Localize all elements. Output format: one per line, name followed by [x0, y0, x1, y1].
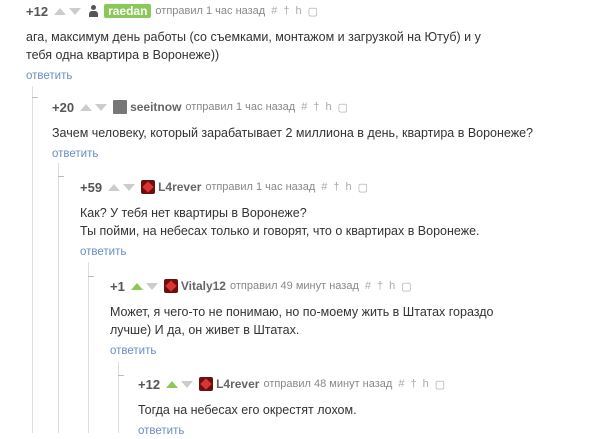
parent-icon[interactable]: h: [325, 101, 331, 113]
comment-time: отправил 48 минут назад: [263, 378, 393, 390]
comment-text: Тогда на небесах его окрестят лохом.: [138, 403, 357, 417]
thread-line[interactable]: [32, 86, 33, 433]
reply-link[interactable]: ответить: [52, 148, 98, 160]
upvote-icon[interactable]: [130, 282, 143, 290]
comment: +12 raedan отправил 1 час назад # † h ▢ …: [26, 2, 600, 84]
thread-branch: [58, 176, 64, 177]
comment-rating: +12: [26, 3, 49, 19]
comment-text: Может, я чего-то не понимаю, но по-моему…: [110, 305, 494, 337]
username[interactable]: Vitaly12: [181, 279, 226, 293]
upvote-icon[interactable]: [54, 7, 67, 15]
username[interactable]: raedan: [104, 4, 152, 18]
upvote-icon[interactable]: [108, 183, 121, 191]
comment-rating: +20: [52, 99, 75, 115]
tree-icon[interactable]: †: [333, 181, 339, 193]
comment: +12 L4rever отправил 48 минут назад # † …: [138, 375, 600, 439]
reply-link[interactable]: ответить: [80, 246, 126, 258]
comment-time: отправил 1 час назад: [205, 181, 316, 193]
upvote-icon[interactable]: [80, 103, 93, 111]
permalink-icon[interactable]: #: [321, 181, 327, 193]
parent-icon[interactable]: h: [389, 280, 395, 292]
permalink-icon[interactable]: #: [365, 280, 371, 292]
downvote-icon[interactable]: [69, 7, 82, 15]
comment-text: Зачем человеку, который зарабатывает 2 м…: [52, 126, 533, 140]
username[interactable]: L4rever: [216, 377, 259, 391]
downvote-icon[interactable]: [123, 183, 136, 191]
tree-icon[interactable]: †: [283, 5, 289, 17]
parent-icon[interactable]: h: [295, 5, 301, 17]
save-icon[interactable]: ▢: [435, 378, 445, 391]
tree-icon[interactable]: †: [313, 101, 319, 113]
comment-time: отправил 49 минут назад: [229, 280, 359, 292]
thread-branch: [118, 375, 124, 376]
comment: +59 L4rever отправил 1 час назад # † h ▢…: [80, 178, 600, 260]
comment: +1 Vitaly12 отправил 49 минут назад # † …: [110, 277, 600, 359]
avatar[interactable]: [141, 180, 156, 194]
save-icon[interactable]: ▢: [308, 5, 318, 18]
tree-icon[interactable]: †: [377, 280, 383, 292]
save-icon[interactable]: ▢: [338, 101, 348, 114]
comment-rating: +12: [138, 376, 161, 392]
reply-link[interactable]: ответить: [26, 70, 72, 82]
downvote-icon[interactable]: [181, 380, 194, 388]
downvote-icon[interactable]: [95, 103, 108, 111]
avatar[interactable]: [113, 100, 128, 114]
thread-branch: [32, 97, 38, 98]
username[interactable]: seeitnow: [130, 100, 181, 114]
comment-text: Как? У тебя нет квартиры в Воронеже? Ты …: [80, 206, 480, 238]
upvote-icon[interactable]: [166, 380, 179, 388]
avatar[interactable]: [199, 377, 214, 391]
save-icon[interactable]: ▢: [401, 280, 411, 293]
tree-icon[interactable]: †: [410, 378, 416, 390]
permalink-icon[interactable]: #: [271, 5, 277, 17]
thread-line[interactable]: [88, 262, 89, 433]
comment-time: отправил 1 час назад: [185, 101, 296, 113]
thread-line[interactable]: [118, 362, 119, 433]
comment: +20 seeitnow отправил 1 час назад # † h …: [52, 98, 600, 162]
permalink-icon[interactable]: #: [301, 101, 307, 113]
comment-rating: +1: [110, 278, 125, 294]
comment-text: ага, максимум день работы (со съемками, …: [26, 30, 481, 62]
thread-line[interactable]: [58, 163, 59, 433]
username[interactable]: L4rever: [158, 180, 201, 194]
reply-link[interactable]: ответить: [110, 345, 156, 357]
permalink-icon[interactable]: #: [398, 378, 404, 390]
comment-rating: +59: [80, 179, 103, 195]
thread-branch: [88, 276, 94, 277]
comment-time: отправил 1 час назад: [155, 5, 266, 17]
parent-icon[interactable]: h: [345, 181, 351, 193]
reply-link[interactable]: ответить: [138, 425, 184, 437]
avatar[interactable]: [163, 279, 178, 293]
parent-icon[interactable]: h: [423, 378, 429, 390]
save-icon[interactable]: ▢: [358, 181, 368, 194]
avatar[interactable]: [87, 4, 102, 18]
downvote-icon[interactable]: [145, 282, 158, 290]
